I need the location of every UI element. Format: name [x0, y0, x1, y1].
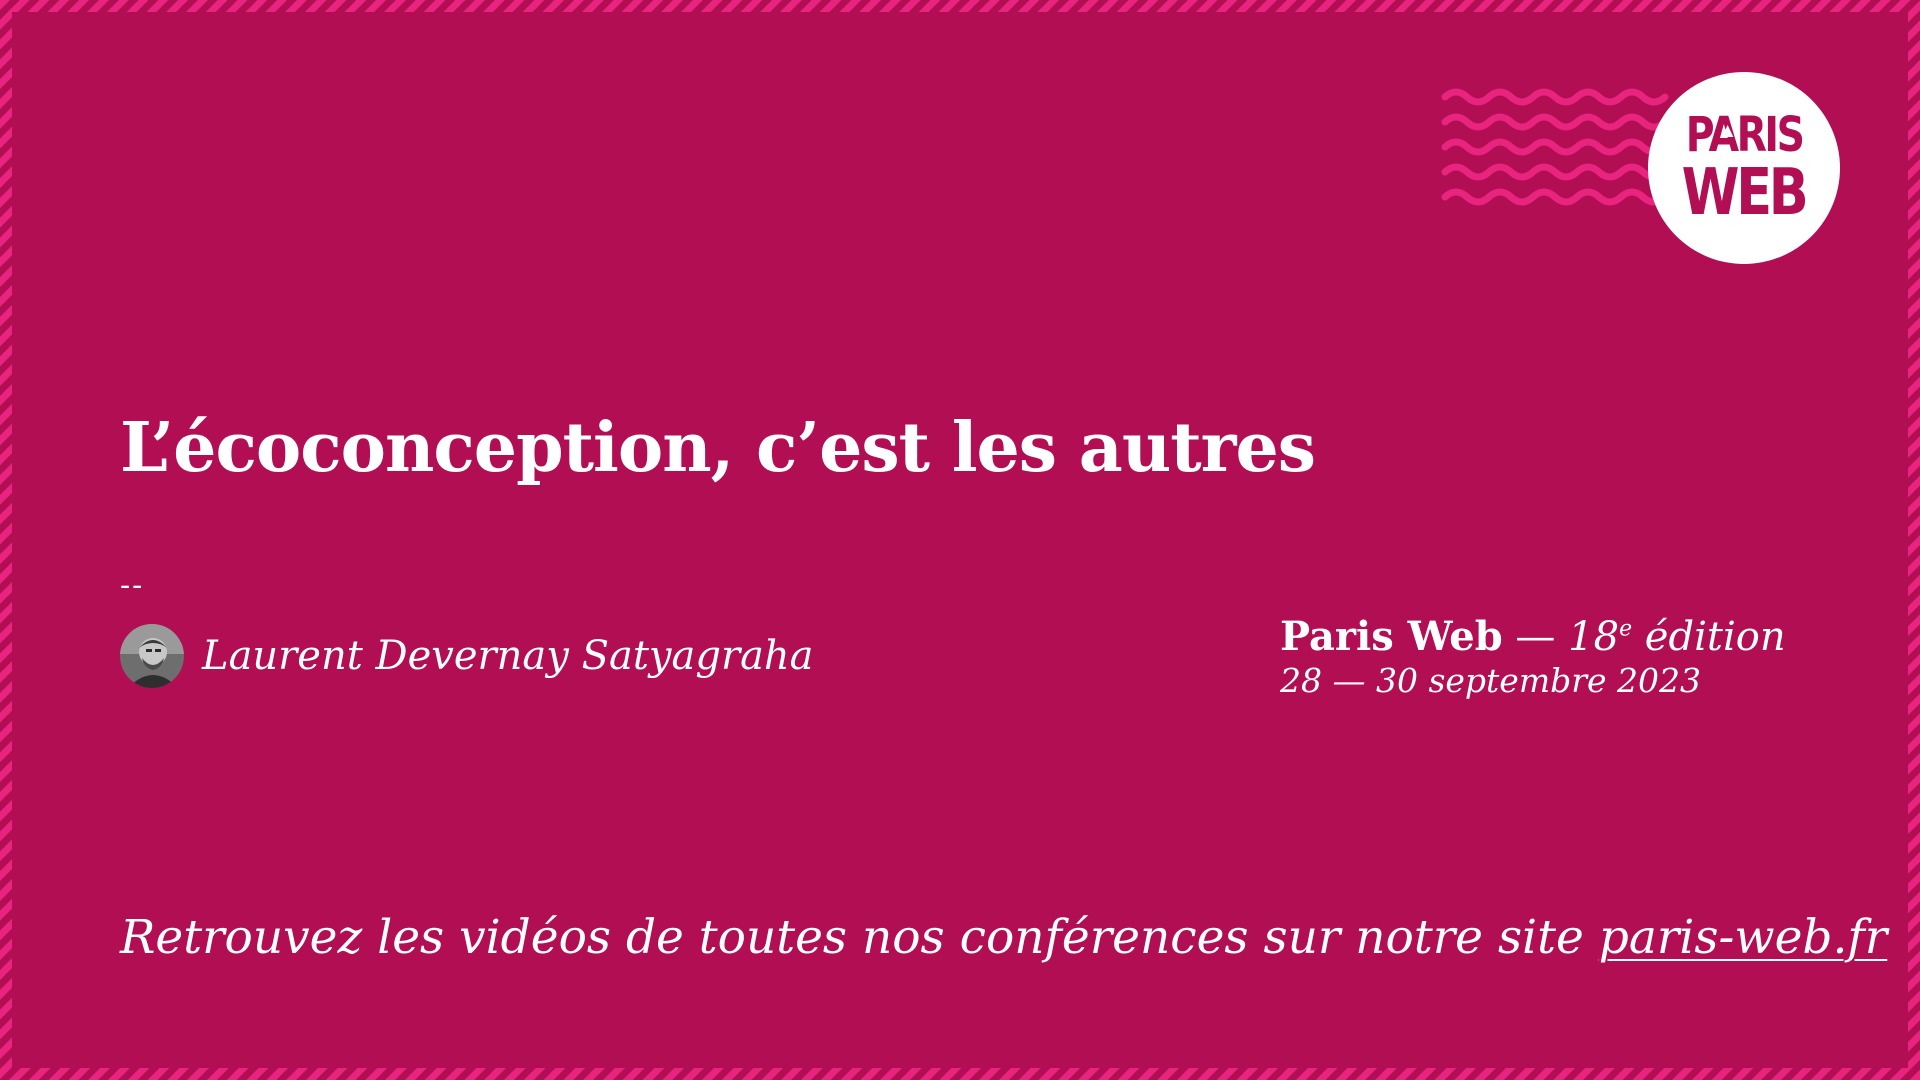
edition-word: édition	[1632, 614, 1786, 660]
event-edition-line: Paris Web — 18e édition	[1280, 613, 1786, 660]
event-dates: 28 — 30 septembre 2023	[1280, 661, 1702, 700]
paris-web-link[interactable]: paris-web.fr	[1599, 910, 1888, 965]
event-info: Paris Web — 18e édition 28 — 30 septembr…	[1280, 613, 1786, 701]
talk-title: L’écoconception, c’est les autres	[120, 408, 1316, 488]
logo-line-web: WEB	[1682, 156, 1809, 230]
event-dash: —	[1502, 614, 1569, 660]
speaker: Laurent Devernay Satyagraha	[120, 624, 814, 688]
speaker-name: Laurent Devernay Satyagraha	[202, 633, 814, 679]
event-name: Paris Web	[1280, 613, 1503, 660]
footer-text: Retrouvez les vidéos de toutes nos confé…	[120, 910, 1599, 965]
logo-caret-icon	[1721, 125, 1734, 137]
separator: --	[120, 568, 145, 603]
edition-suffix: e	[1619, 616, 1633, 642]
footer-cta: Retrouvez les vidéos de toutes nos confé…	[120, 910, 1887, 965]
edition-number: 18	[1568, 614, 1620, 660]
logo-line-paris: PARIS	[1685, 107, 1805, 163]
speaker-avatar	[120, 624, 184, 688]
slide: { "colors": { "background": "#b20e53", "…	[0, 0, 1920, 1080]
paris-web-logo: PARIS WEB	[1648, 72, 1840, 264]
